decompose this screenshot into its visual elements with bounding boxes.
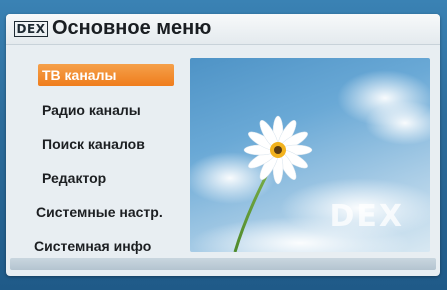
menu-item-label: Поиск каналов bbox=[42, 136, 145, 152]
menu-item-label: Системные настр. bbox=[36, 204, 163, 220]
preview-image: DEX bbox=[190, 58, 430, 252]
dex-logo: DEX bbox=[12, 20, 50, 37]
menu-item-tv-channels[interactable]: ТВ каналы bbox=[34, 62, 182, 96]
main-menu-list: ТВ каналы Радио каналы Поиск каналов Ред… bbox=[34, 62, 182, 266]
menu-item-channel-search[interactable]: Поиск каналов bbox=[34, 130, 182, 164]
menu-item-editor[interactable]: Редактор bbox=[34, 164, 182, 198]
menu-item-label: ТВ каналы bbox=[42, 67, 117, 83]
dex-watermark: DEX bbox=[329, 199, 404, 234]
status-bar bbox=[10, 258, 436, 270]
dex-logo-text: DEX bbox=[13, 20, 49, 37]
menu-item-label: Редактор bbox=[42, 170, 107, 186]
menu-item-system-settings[interactable]: Системные настр. bbox=[34, 198, 182, 232]
page-title: Основное меню bbox=[52, 17, 212, 39]
menu-item-radio-channels[interactable]: Радио каналы bbox=[34, 96, 182, 130]
menu-item-label: Радио каналы bbox=[42, 102, 141, 118]
menu-item-label: Системная инфо bbox=[34, 238, 152, 254]
